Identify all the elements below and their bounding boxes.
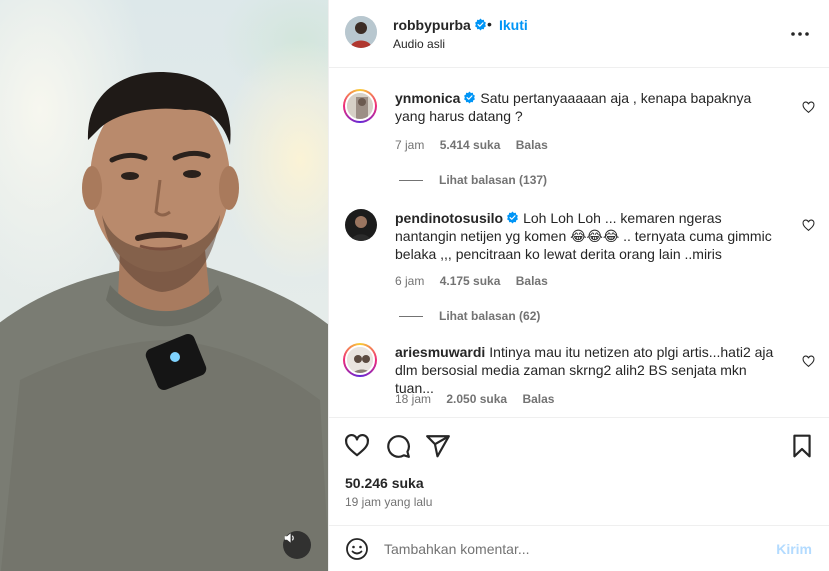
comment-meta: 18 jam 2.050 suka Balas: [395, 392, 566, 406]
reply-button[interactable]: Balas: [516, 274, 548, 288]
bookmark-icon[interactable]: [789, 433, 815, 459]
add-comment-bar: Kirim: [329, 525, 829, 571]
send-icon[interactable]: [425, 433, 451, 459]
comment-likes[interactable]: 5.414 suka: [440, 138, 501, 152]
replies-divider: [399, 179, 423, 181]
verified-badge-icon: [507, 211, 519, 224]
comment-text: ariesmuwardi Intinya mau itu netizen ato …: [395, 344, 774, 396]
verified-badge-icon: [464, 91, 476, 104]
post-likes-count[interactable]: 50.246 suka: [345, 475, 424, 491]
reply-button[interactable]: Balas: [516, 138, 548, 152]
post-header: robbypurba • Ikuti Audio asli: [329, 0, 829, 68]
author-username[interactable]: robbypurba: [393, 17, 487, 33]
author-avatar[interactable]: [345, 16, 377, 48]
post-actions-bar: [329, 417, 829, 465]
comment-likes[interactable]: 4.175 suka: [440, 274, 501, 288]
comment-meta: 7 jam 5.414 suka Balas: [395, 138, 560, 152]
commenter-avatar[interactable]: [343, 89, 377, 123]
send-comment-button[interactable]: Kirim: [776, 541, 812, 557]
comment-meta: 6 jam 4.175 suka Balas: [395, 274, 560, 288]
comment-input[interactable]: [384, 538, 764, 560]
reply-button[interactable]: Balas: [522, 392, 554, 406]
heart-icon[interactable]: [802, 355, 815, 368]
comment-icon[interactable]: [385, 433, 411, 459]
view-replies-button[interactable]: Lihat balasan (62): [399, 309, 540, 323]
follow-button[interactable]: Ikuti: [499, 17, 528, 33]
comment-text: ynmonica Satu pertanyaaaaan aja , kenapa …: [395, 90, 752, 124]
more-horizontal-icon[interactable]: [788, 22, 812, 46]
replies-divider: [399, 315, 423, 317]
comment-likes[interactable]: 2.050 suka: [446, 392, 507, 406]
post-details-pane: robbypurba • Ikuti Audio asli ynmonica Sa…: [328, 0, 829, 571]
audio-label[interactable]: Audio asli: [393, 37, 445, 51]
heart-icon[interactable]: [802, 101, 815, 114]
speaker-icon: [284, 533, 294, 543]
comment-time[interactable]: 6 jam: [395, 274, 424, 288]
commenter-username[interactable]: pendinotosusilo: [395, 210, 519, 226]
video-frame-person: [0, 72, 328, 571]
comment-text: pendinotosusilo Loh Loh Loh ... kemaren n…: [395, 210, 772, 262]
commenter-username[interactable]: ynmonica: [395, 90, 476, 106]
comment-list[interactable]: ynmonica Satu pertanyaaaaan aja , kenapa …: [329, 69, 829, 417]
heart-icon[interactable]: [802, 219, 815, 232]
commenter-username[interactable]: ariesmuwardi: [395, 344, 485, 360]
reel-video[interactable]: [0, 0, 328, 571]
comment-time[interactable]: 18 jam: [395, 392, 431, 406]
header-separator: •: [487, 16, 492, 32]
commenter-avatar[interactable]: [345, 209, 377, 241]
post-timestamp[interactable]: 19 jam yang lalu: [345, 495, 432, 509]
emoji-icon[interactable]: [345, 537, 369, 561]
audio-toggle-button[interactable]: [283, 531, 311, 559]
commenter-avatar[interactable]: [343, 343, 377, 377]
view-replies-button[interactable]: Lihat balasan (137): [399, 173, 547, 187]
verified-badge-icon: [474, 18, 486, 31]
heart-icon[interactable]: [344, 433, 370, 459]
comment-time[interactable]: 7 jam: [395, 138, 424, 152]
